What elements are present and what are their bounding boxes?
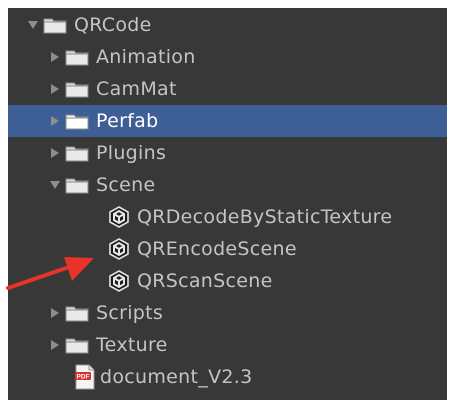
- tree-item-label: Animation: [96, 46, 196, 68]
- folder-icon: [65, 48, 89, 66]
- unity-scene-icon: [108, 270, 130, 292]
- triangle-down-icon[interactable]: [26, 15, 40, 35]
- tree-item-perfab[interactable]: Perfab: [8, 105, 447, 137]
- tree-item-label: Perfab: [96, 110, 159, 132]
- triangle-right-icon[interactable]: [48, 111, 62, 131]
- folder-icon: [43, 16, 67, 34]
- tree-item-texture[interactable]: Texture: [8, 329, 447, 361]
- tree-item-animation[interactable]: Animation: [8, 41, 447, 73]
- folder-icon: [65, 176, 89, 194]
- triangle-right-icon[interactable]: [48, 303, 62, 323]
- folder-icon: [65, 336, 89, 354]
- unity-scene-icon: [108, 238, 130, 260]
- triangle-right-icon[interactable]: [48, 47, 62, 67]
- folder-icon: [65, 304, 89, 322]
- tree-item-label: QRScanScene: [137, 270, 273, 292]
- tree-item-label: QREncodeScene: [137, 238, 297, 260]
- tree-item-cammat[interactable]: CamMat: [8, 73, 447, 105]
- tree-item-qrdecodebystatictexture[interactable]: QRDecodeByStaticTexture: [8, 201, 447, 233]
- tree-item-document-v2-3[interactable]: PDF document_V2.3: [8, 361, 447, 393]
- triangle-right-icon[interactable]: [48, 335, 62, 355]
- tree-item-label: Scene: [96, 174, 156, 196]
- tree-item-qrcode[interactable]: QRCode: [8, 9, 447, 41]
- triangle-right-icon[interactable]: [48, 79, 62, 99]
- tree-item-plugins[interactable]: Plugins: [8, 137, 447, 169]
- tree-item-label: Texture: [96, 334, 168, 356]
- unity-scene-icon: [108, 206, 130, 228]
- tree-item-label: QRDecodeByStaticTexture: [137, 206, 393, 228]
- folder-icon: [65, 112, 89, 130]
- tree-item-label: CamMat: [96, 78, 177, 100]
- triangle-right-icon[interactable]: [48, 143, 62, 163]
- tree-item-label: document_V2.3: [100, 366, 253, 388]
- tree-item-label: Scripts: [96, 302, 164, 324]
- tree-item-scripts[interactable]: Scripts: [8, 297, 447, 329]
- tree-item-label: Plugins: [96, 142, 167, 164]
- screenshot-canvas: QRCode Animation CamMat Perfab Plugins S…: [0, 0, 456, 403]
- folder-icon: [65, 144, 89, 162]
- tree-item-label: QRCode: [74, 14, 152, 36]
- tree-item-qrencodescene[interactable]: QREncodeScene: [8, 233, 447, 265]
- triangle-down-icon[interactable]: [48, 175, 62, 195]
- pdf-file-icon: PDF: [74, 364, 96, 390]
- tree-item-scene[interactable]: Scene: [8, 169, 447, 201]
- folder-icon: [65, 80, 89, 98]
- tree-item-qrscanscene[interactable]: QRScanScene: [8, 265, 447, 297]
- project-folder-tree: QRCode Animation CamMat Perfab Plugins S…: [8, 8, 447, 400]
- svg-text:PDF: PDF: [77, 374, 90, 381]
